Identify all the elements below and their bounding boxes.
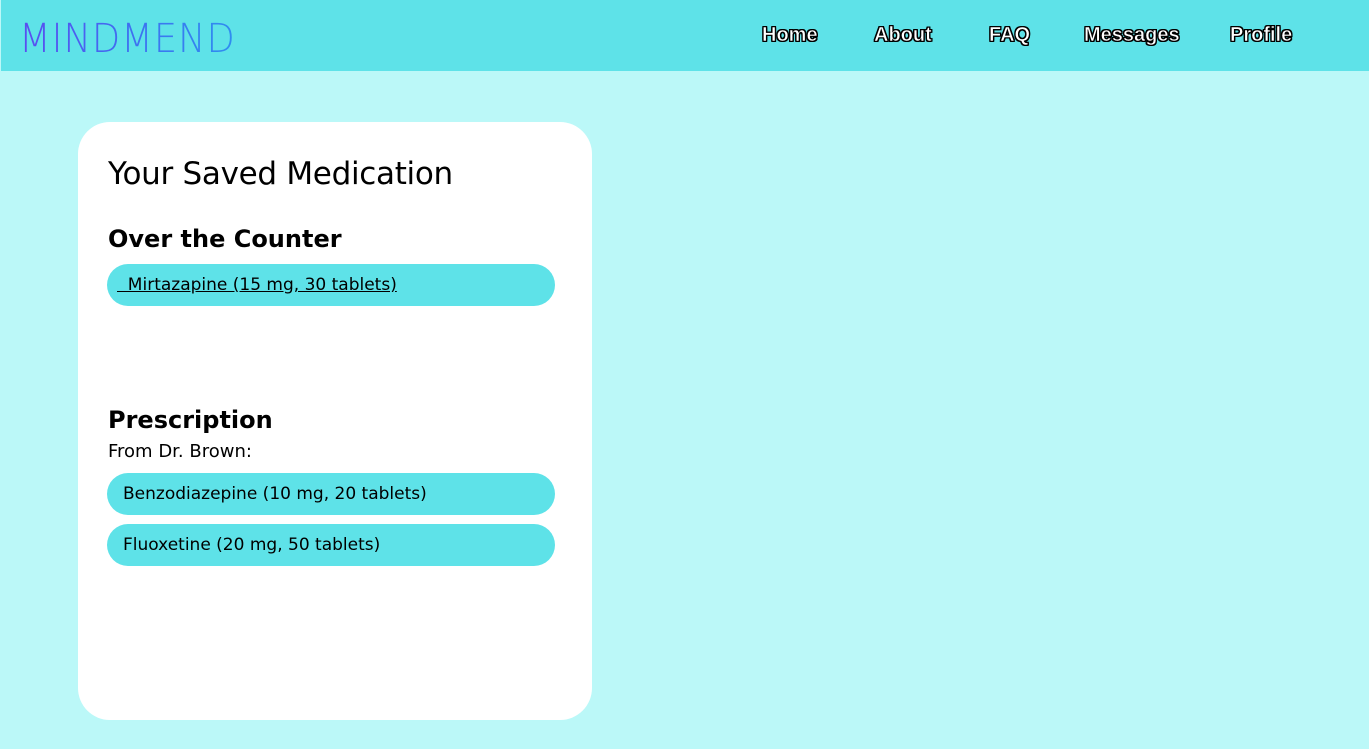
medication-item-mirtazapine[interactable]: Mirtazapine (15 mg, 30 tablets) [107, 264, 555, 306]
otc-heading: Over the Counter [108, 225, 342, 253]
medication-item-fluoxetine[interactable]: Fluoxetine (20 mg, 50 tablets) [107, 524, 555, 566]
prescriber-label: From Dr. Brown: [108, 441, 252, 462]
nav-profile-link[interactable]: Profile [1230, 22, 1293, 48]
nav-messages-link[interactable]: Messages [1084, 22, 1180, 48]
nav-about-link[interactable]: About [874, 22, 932, 48]
medication-item-benzodiazepine[interactable]: Benzodiazepine (10 mg, 20 tablets) [107, 473, 555, 515]
nav-faq-link[interactable]: FAQ [989, 22, 1031, 48]
saved-medication-card: Your Saved Medication Over the Counter M… [78, 122, 592, 720]
top-nav-bar: MINDMEND Home About FAQ Messages Profile [1, 0, 1369, 71]
mindmend-logo[interactable]: MINDMEND [19, 15, 236, 63]
nav-home-link[interactable]: Home [762, 22, 818, 48]
card-title: Your Saved Medication [108, 156, 453, 192]
prescription-heading: Prescription [108, 406, 273, 434]
